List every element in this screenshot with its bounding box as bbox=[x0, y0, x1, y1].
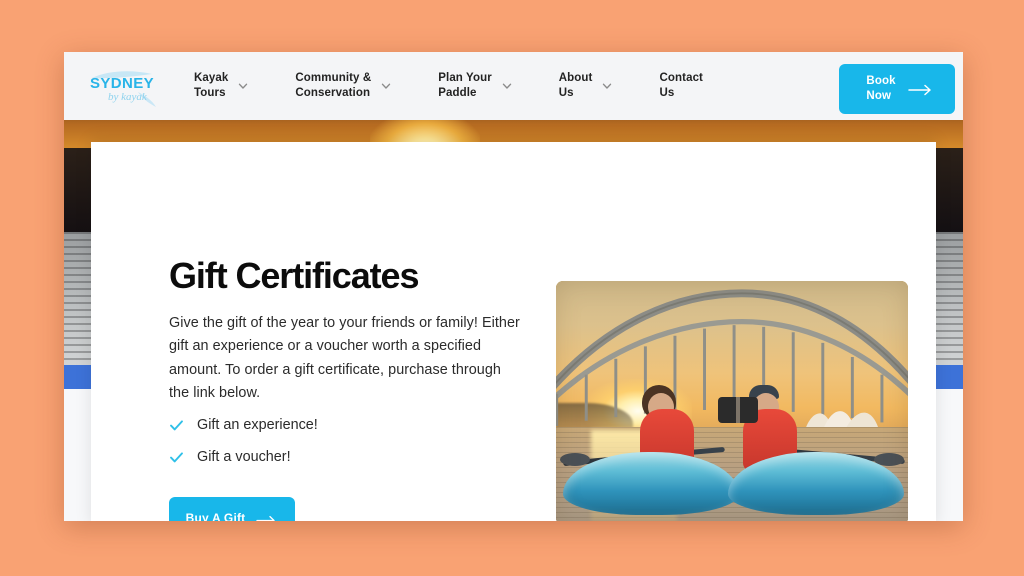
check-icon bbox=[169, 450, 184, 465]
kayakers-sunset-photo bbox=[556, 281, 908, 521]
benefit-label: Gift an experience! bbox=[197, 417, 318, 433]
chevron-down-icon[interactable] bbox=[237, 80, 249, 92]
book-now-label: Book Now bbox=[866, 74, 896, 102]
arrow-right-icon bbox=[256, 513, 278, 521]
list-item: Gift a voucher! bbox=[169, 449, 318, 465]
browser-window: SYDNEY by kayak Kayak Tours Community & … bbox=[64, 52, 963, 521]
svg-text:SYDNEY: SYDNEY bbox=[90, 75, 154, 92]
nav-item-community-conservation[interactable]: Community & Conservation bbox=[295, 71, 392, 101]
nav-item-label: Contact Us bbox=[659, 71, 703, 99]
nav-item-plan-your-paddle[interactable]: Plan Your Paddle bbox=[438, 71, 513, 101]
nav-item-contact-us[interactable]: Contact Us bbox=[659, 71, 703, 101]
arrow-right-icon bbox=[907, 83, 934, 96]
check-icon bbox=[169, 418, 184, 433]
intro-paragraph: Give the gift of the year to your friend… bbox=[169, 315, 520, 402]
list-item: Gift an experience! bbox=[169, 417, 318, 433]
benefit-label: Gift a voucher! bbox=[197, 449, 291, 465]
benefit-list: Gift an experience! Gift a voucher! bbox=[169, 417, 318, 481]
nav-item-label: Community & Conservation bbox=[295, 71, 372, 99]
page-title: Gift Certificates bbox=[169, 255, 419, 296]
kayak-paddle-logo-icon: SYDNEY by kayak bbox=[90, 71, 156, 107]
nav-item-label: About Us bbox=[558, 71, 593, 99]
chevron-down-icon[interactable] bbox=[501, 80, 513, 92]
nav-item-kayak-tours[interactable]: Kayak Tours bbox=[194, 71, 249, 101]
nav-item-about-us[interactable]: About Us bbox=[559, 71, 614, 101]
nav-item-label: Plan Your Paddle bbox=[438, 71, 492, 99]
book-now-button[interactable]: Book Now bbox=[839, 64, 955, 114]
chevron-down-icon[interactable] bbox=[601, 80, 613, 92]
nav-item-label: Kayak Tours bbox=[194, 71, 229, 99]
photo-vignette bbox=[556, 281, 908, 521]
svg-text:by kayak: by kayak bbox=[108, 91, 148, 103]
buy-a-gift-button[interactable]: Buy A Gift bbox=[169, 497, 295, 521]
site-logo[interactable]: SYDNEY by kayak bbox=[86, 62, 172, 110]
gift-certificates-card: Gift Certificates Give the gift of the y… bbox=[91, 142, 936, 521]
buy-a-gift-label: Buy A Gift bbox=[185, 511, 246, 521]
chevron-down-icon[interactable] bbox=[380, 80, 392, 92]
top-navigation-bar: SYDNEY by kayak Kayak Tours Community & … bbox=[64, 52, 963, 120]
